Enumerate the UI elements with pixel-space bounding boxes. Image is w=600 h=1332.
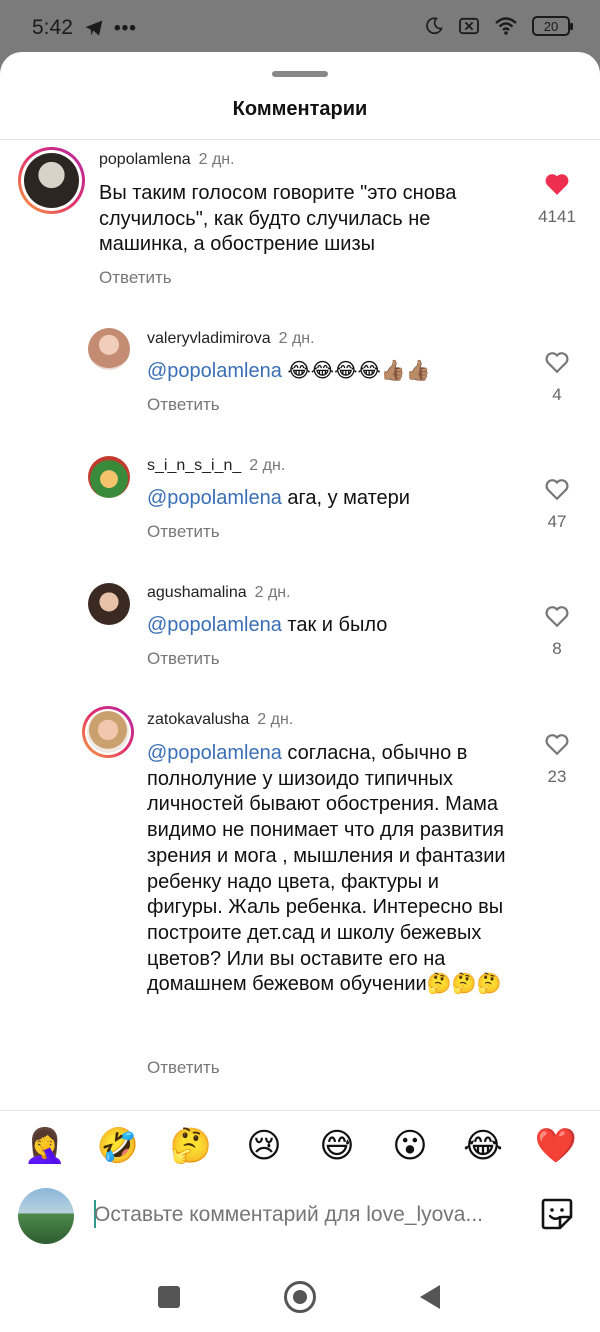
mention-link[interactable]: @popolamlena	[147, 742, 282, 764]
heart-filled-icon	[545, 174, 569, 195]
mention-link[interactable]: @popolamlena	[147, 360, 282, 382]
comment-input[interactable]	[94, 1198, 514, 1232]
like-count: 4141	[538, 207, 576, 226]
like-count: 4	[552, 385, 562, 404]
avatar[interactable]	[18, 147, 85, 214]
emoji-facepalm[interactable]: 🤦‍♀️	[22, 1123, 68, 1169]
comment-time: 2 дн.	[254, 584, 291, 601]
mention-link[interactable]: @popolamlena	[147, 487, 282, 509]
comment-username[interactable]: zatokavalusha	[147, 711, 249, 728]
status-bar: 5:42 ••• 20	[0, 0, 600, 58]
sheet-title: Комментарии	[232, 98, 368, 120]
comment-text: @popolamlena согласна, обычно в полнолун…	[147, 742, 506, 996]
comment-time: 2 дн.	[257, 711, 294, 728]
like-count: 47	[547, 512, 567, 531]
wifi-icon	[495, 17, 517, 35]
composer-divider	[0, 1110, 600, 1111]
like-count: 23	[547, 767, 567, 786]
emoji-thinking[interactable]: 🤔	[168, 1123, 214, 1169]
more-dots-icon: •••	[114, 18, 137, 39]
comment-text: Вы таким голосом говорите "это снова слу…	[99, 182, 457, 256]
like-button[interactable]: 8	[532, 604, 582, 659]
avatar[interactable]	[88, 456, 130, 498]
moon-icon	[426, 17, 443, 35]
x-box-icon	[459, 17, 479, 35]
reply-button[interactable]: Ответить	[99, 268, 172, 288]
telegram-icon	[85, 20, 103, 36]
comment-text: @popolamlena 😂😂😂😂👍🏽👍🏽	[147, 360, 431, 382]
comment-username[interactable]: agushamalina	[147, 584, 247, 601]
emoji-rofl[interactable]: 🤣	[95, 1123, 141, 1169]
user-avatar[interactable]	[18, 1188, 74, 1244]
comment-time: 2 дн.	[249, 457, 286, 474]
emoji-heart[interactable]: ❤️	[533, 1123, 579, 1169]
quick-emoji-bar: 🤦‍♀️ 🤣 🤔 😢 😅 😮 😂 ❤️	[0, 1123, 600, 1175]
home-icon[interactable]	[284, 1281, 316, 1313]
like-count: 8	[552, 639, 562, 658]
comment-text: @popolamlena так и было	[147, 614, 388, 636]
reply-button[interactable]: Ответить	[147, 522, 220, 542]
like-button[interactable]: 4141	[532, 172, 582, 227]
comment-time: 2 дн.	[198, 151, 235, 168]
heart-outline-icon	[545, 734, 569, 756]
emoji-joy[interactable]: 😂	[460, 1123, 506, 1169]
title-divider	[0, 139, 600, 140]
emoji-surprised[interactable]: 😮	[387, 1123, 433, 1169]
comment-username[interactable]: popolamlena	[99, 151, 191, 168]
status-time: 5:42	[32, 16, 73, 39]
reply-button[interactable]: Ответить	[147, 1058, 220, 1078]
emoji-sweat-smile[interactable]: 😅	[314, 1123, 360, 1169]
avatar[interactable]	[88, 328, 130, 370]
comment-username[interactable]: valeryvladimirova	[147, 330, 271, 347]
navigation-bar	[0, 1270, 600, 1332]
reply-button[interactable]: Ответить	[147, 649, 220, 669]
reply-button[interactable]: Ответить	[147, 395, 220, 415]
avatar[interactable]	[82, 706, 134, 758]
comment-username[interactable]: s_i_n_s_i_n_	[147, 457, 241, 474]
mention-link[interactable]: @popolamlena	[147, 614, 282, 636]
avatar[interactable]	[88, 583, 130, 625]
heart-outline-icon	[545, 479, 569, 501]
like-button[interactable]: 4	[532, 350, 582, 405]
like-button[interactable]: 23	[532, 732, 582, 787]
recent-apps-icon[interactable]	[158, 1286, 180, 1308]
back-icon[interactable]	[420, 1285, 440, 1309]
comment-time: 2 дн.	[278, 330, 315, 347]
emoji-crying[interactable]: 😢	[241, 1123, 287, 1169]
heart-outline-icon	[545, 352, 569, 374]
sticker-icon[interactable]	[539, 1196, 575, 1232]
like-button[interactable]: 47	[532, 477, 582, 532]
drag-handle[interactable]	[272, 71, 328, 77]
battery-indicator: 20	[532, 16, 573, 36]
comment-text: @popolamlena ага, у матери	[147, 487, 410, 509]
heart-outline-icon	[545, 606, 569, 628]
